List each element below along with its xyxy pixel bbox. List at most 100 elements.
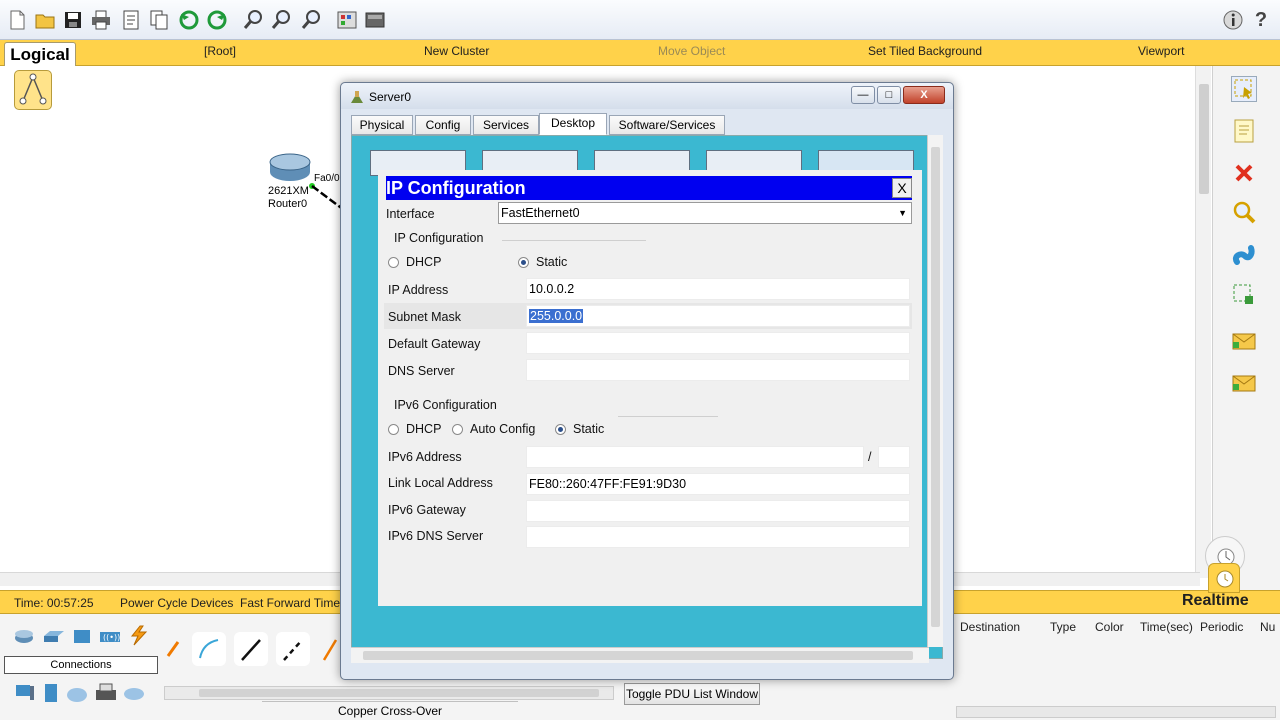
ipv6-gateway-input[interactable] [526,500,910,522]
root-link[interactable]: [Root] [204,44,236,58]
col-color: Color [1095,620,1124,634]
wireless-device-icon[interactable] [122,684,146,704]
select-tool-icon[interactable] [1231,76,1257,102]
realtime-mode-tab[interactable]: Realtime [1182,592,1249,610]
fast-forward-button[interactable]: Fast Forward Time [240,596,340,610]
col-num: Nu [1260,620,1276,634]
ipv6-auto-config-radio[interactable] [452,424,463,435]
activity-wizard-icon[interactable] [120,9,142,31]
router-category-icon[interactable] [14,628,34,644]
viewport-button[interactable]: Viewport [1138,44,1184,58]
redo-icon[interactable] [206,9,228,31]
connections-category-icon[interactable] [126,624,150,646]
ipv6-mode-divider [618,416,718,417]
ipv4-static-radio[interactable] [518,257,529,268]
ip-address-label: IP Address [388,283,449,297]
ipv6-prefix-input[interactable] [878,446,910,468]
tab-config[interactable]: Config [415,115,471,135]
close-window-button[interactable]: X [903,86,945,104]
zoom-reset-icon[interactable] [270,9,292,31]
add-complex-pdu-icon[interactable] [1231,370,1257,396]
ip-address-input[interactable]: 10.0.0.2 [526,278,910,300]
ipv6-gateway-label: IPv6 Gateway [388,503,466,517]
zoom-out-icon[interactable] [300,9,322,31]
ip-config-title: IP Configuration [386,178,526,198]
help-icon[interactable]: ? [1250,9,1272,31]
subnet-mask-input[interactable]: 255.0.0.0 [526,305,910,327]
svg-text:((•)): ((•)) [103,633,120,642]
delete-tool-icon[interactable] [1231,160,1257,186]
tab-services[interactable]: Services [473,115,539,135]
tab-software-services[interactable]: Software/Services [609,115,725,135]
ipv6-dns-server-label: IPv6 DNS Server [388,529,484,543]
link-local-address-input[interactable]: FE80::260:47FF:FE91:9D30 [526,473,910,495]
new-cluster-button[interactable]: New Cluster [424,44,489,58]
server-device-icon[interactable] [40,682,62,704]
ip-config-close-button[interactable]: X [892,178,912,198]
dns-server-input[interactable] [526,359,910,381]
simulation-time: Time: 00:57:25 [14,596,94,610]
ipv6-auto-config-label: Auto Config [470,422,536,436]
new-file-icon[interactable] [6,9,28,31]
server-window: Server0 — □ X Physical Config Services D… [340,82,954,680]
ipv6-address-input[interactable] [526,446,864,468]
resize-tool-icon[interactable] [1231,282,1257,308]
ipv6-static-radio[interactable] [555,424,566,435]
copper-cross-over-cable-icon[interactable] [276,632,310,666]
add-simple-pdu-icon[interactable] [1231,328,1257,354]
maximize-button[interactable]: □ [877,86,901,104]
draw-shape-tool-icon[interactable] [1231,242,1257,268]
device-dialog-icon[interactable] [364,9,386,31]
link-local-address-label: Link Local Address [388,476,493,490]
open-folder-icon[interactable] [34,9,56,31]
desktop-horizontal-scrollbar[interactable] [351,647,929,663]
minimize-button[interactable]: — [851,86,875,104]
wireless-category-icon[interactable]: ((•)) [98,628,122,644]
zoom-in-icon[interactable] [242,9,264,31]
print-icon[interactable] [90,9,112,31]
power-cycle-button[interactable]: Power Cycle Devices [120,596,233,610]
undo-icon[interactable] [178,9,200,31]
hub-category-icon[interactable] [72,628,92,644]
ipv6-dhcp-label: DHCP [406,422,442,436]
save-icon[interactable] [62,9,84,31]
vertical-scroll-thumb[interactable] [1199,84,1209,194]
server-window-titlebar[interactable]: Server0 — □ X [341,83,953,109]
router-icon[interactable] [268,152,312,182]
move-object-button[interactable]: Move Object [658,44,725,58]
phone-cable-icon[interactable] [318,632,340,666]
printer-device-icon[interactable] [94,682,118,704]
desktop-vertical-scroll-thumb[interactable] [931,147,940,627]
cable-scroll-thumb[interactable] [199,689,599,697]
note-tool-icon[interactable] [1231,118,1257,144]
logical-view-icon[interactable] [14,70,52,110]
pdu-horizontal-scrollbar[interactable] [956,706,1276,718]
tab-desktop[interactable]: Desktop [539,113,607,135]
desktop-horizontal-scroll-thumb[interactable] [363,651,913,660]
workspace-vertical-scrollbar[interactable] [1195,66,1211,578]
realtime-clock-tab[interactable] [1208,563,1240,593]
set-tiled-background-button[interactable]: Set Tiled Background [868,44,982,58]
inspect-tool-icon[interactable] [1231,200,1257,226]
fiber-cable-icon[interactable] [192,632,226,666]
copy-icon[interactable] [148,9,170,31]
ipv4-dhcp-radio[interactable] [388,257,399,268]
console-cable-icon[interactable] [164,632,184,664]
palette-icon[interactable] [336,9,358,31]
ipv6-dns-server-input[interactable] [526,526,910,548]
pc-device-icon[interactable] [14,682,36,704]
default-gateway-input[interactable] [526,332,910,354]
copper-straight-cable-icon[interactable] [234,632,268,666]
desktop-vertical-scrollbar[interactable] [927,135,943,647]
switch-category-icon[interactable] [42,628,66,644]
ip-configuration-panel: IP Configuration X Interface FastEtherne… [378,170,922,606]
cloud-device-icon[interactable] [66,684,88,704]
info-icon[interactable] [1222,9,1244,31]
col-destination: Destination [960,620,1021,634]
interface-select[interactable]: FastEthernet0 ▼ [498,202,912,224]
toggle-pdu-list-button[interactable]: Toggle PDU List Window [624,683,760,705]
cable-horizontal-scrollbar[interactable] [164,686,614,700]
tab-physical[interactable]: Physical [351,115,413,135]
logical-tab[interactable]: Logical [4,42,76,68]
ipv6-dhcp-radio[interactable] [388,424,399,435]
